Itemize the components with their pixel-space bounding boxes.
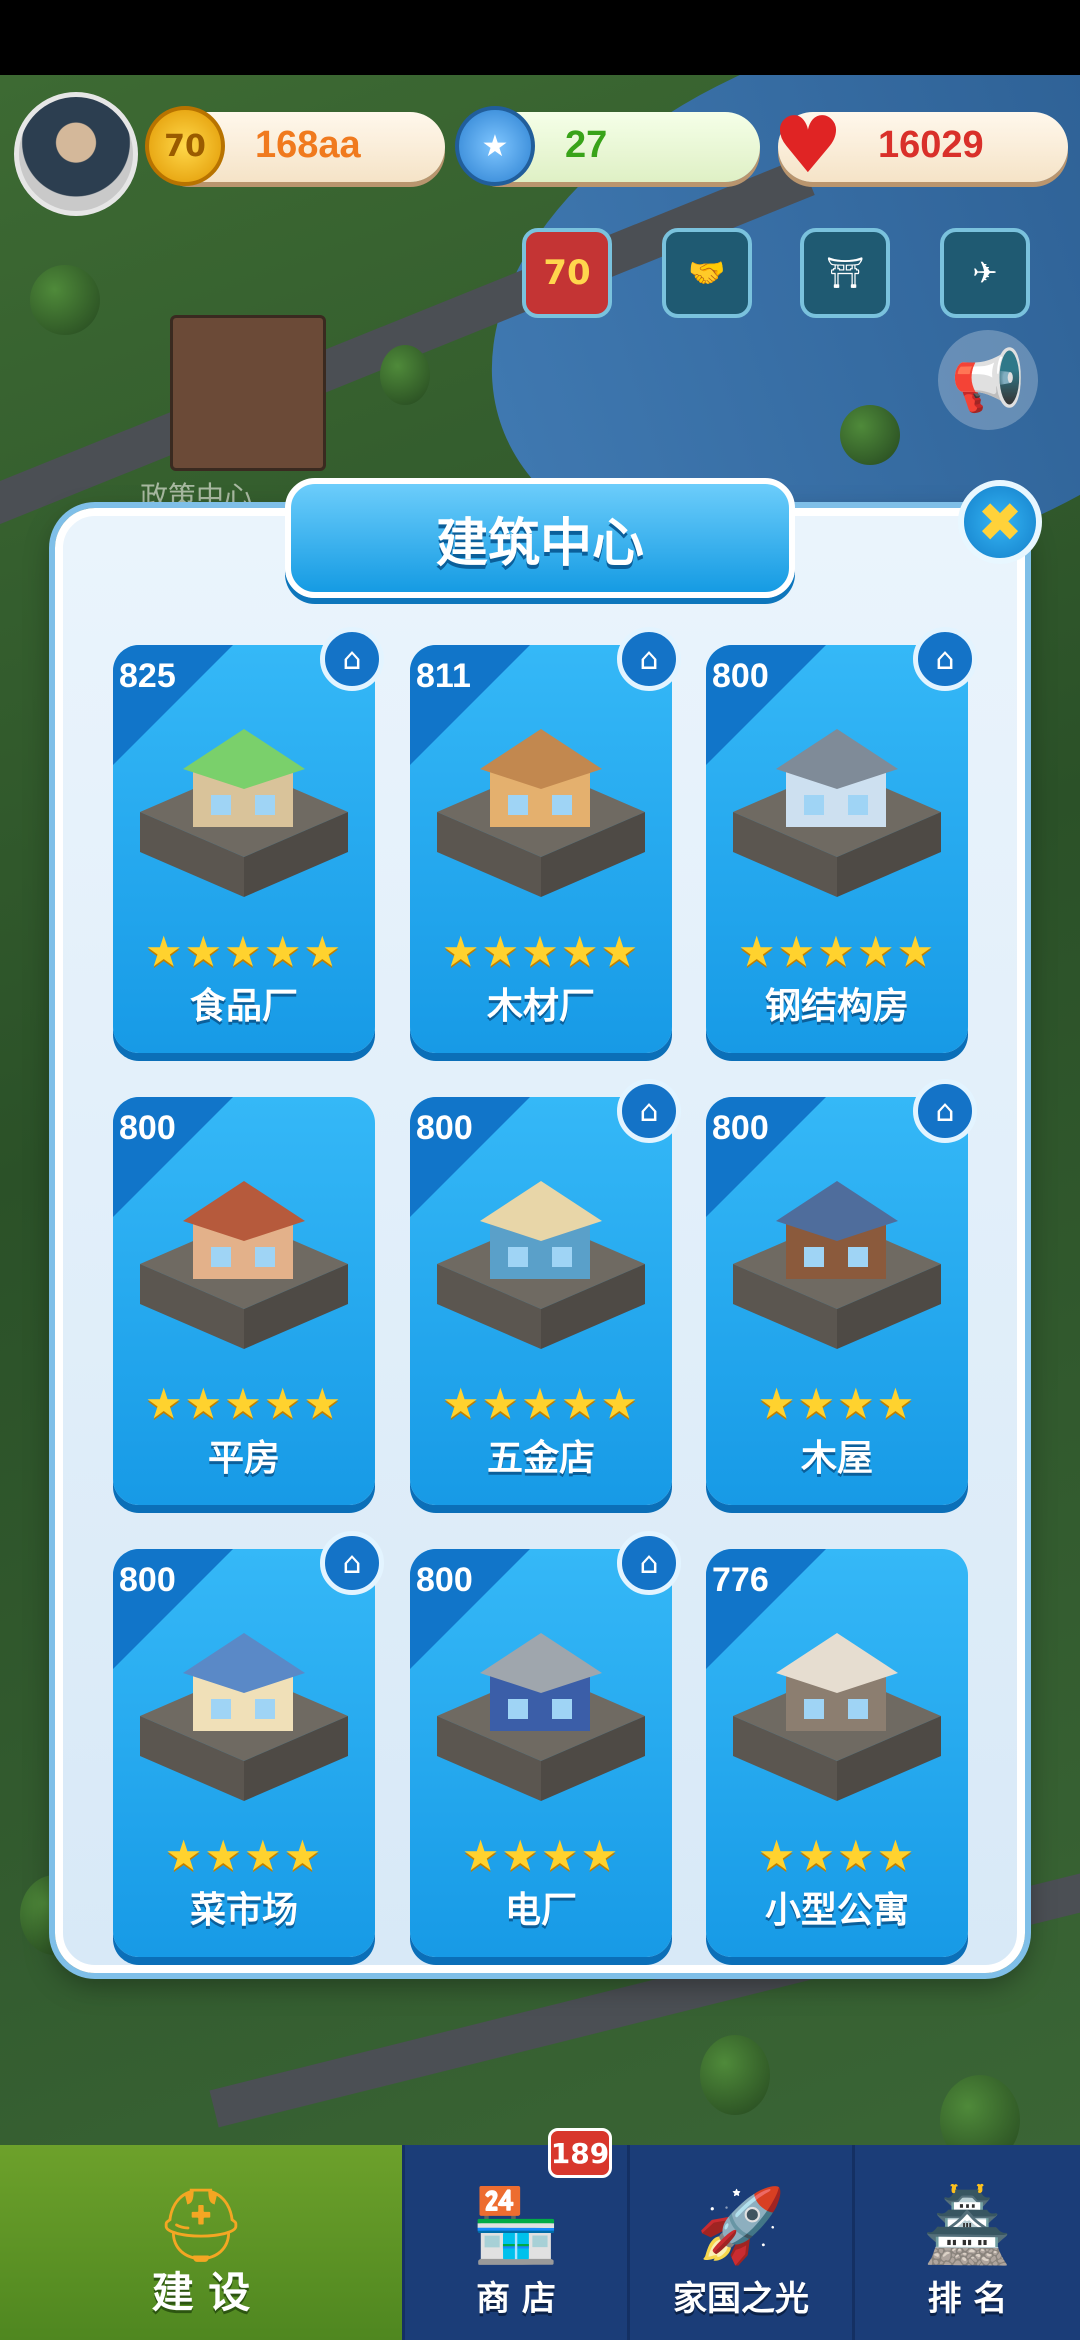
building-card[interactable]: 800 ★★★★★ 平房 — [113, 1097, 375, 1505]
building-card[interactable]: 811 ★★★★★ 木材厂 — [410, 645, 672, 1053]
handshake-icon: 🤝 — [688, 255, 726, 291]
building-name: 电厂 — [504, 1890, 577, 1931]
building-name: 菜市场 — [189, 1890, 298, 1931]
star-rating: ★★★★★ — [144, 927, 344, 976]
airplane-icon: ✈ — [972, 255, 998, 291]
home-icon[interactable]: ⌂ — [617, 1079, 681, 1143]
building-score: 776 — [712, 1561, 769, 1599]
star-rating: ★★★★★ — [144, 1379, 344, 1428]
building-card[interactable]: 800 ★★★★ 电厂 — [410, 1549, 672, 1957]
megaphone-icon[interactable]: 📢 — [938, 330, 1038, 430]
shop-badge: 189 — [548, 2128, 612, 2178]
building-score: 800 — [416, 1561, 473, 1599]
building-card[interactable]: 800 ★★★★ 木屋 — [706, 1097, 968, 1505]
handshake-event-button[interactable]: 🤝 — [662, 228, 752, 318]
building-card[interactable]: 800 ★★★★ 菜市场 — [113, 1549, 375, 1957]
player-avatar[interactable] — [14, 92, 138, 216]
building-score: 800 — [416, 1109, 473, 1147]
building-score: 800 — [119, 1109, 176, 1147]
star-counter[interactable]: ★ 27 — [455, 106, 760, 186]
building-score: 800 — [712, 1109, 769, 1147]
scene-building[interactable] — [170, 315, 326, 471]
star-icon: ★ — [455, 106, 535, 186]
lumber-mill-icon — [437, 729, 645, 897]
building-card[interactable]: 776 ★★★★ 小型公寓 — [706, 1549, 968, 1957]
anniversary-badge-text: 70 — [543, 253, 591, 293]
coin-counter[interactable]: 70 168aa — [145, 106, 445, 186]
nav-rank[interactable]: 🏯 排 名 — [855, 2145, 1080, 2340]
steel-house-icon — [733, 729, 941, 897]
heart-value: 16029 — [878, 124, 984, 166]
home-icon[interactable]: ⌂ — [617, 1531, 681, 1595]
status-bar — [0, 0, 1080, 75]
building-score: 811 — [416, 657, 471, 695]
building-card[interactable]: 800 ★★★★★ 五金店 — [410, 1097, 672, 1505]
airplane-event-button[interactable]: ✈ — [940, 228, 1030, 318]
power-plant-icon — [437, 1633, 645, 1801]
star-value: 27 — [565, 124, 608, 166]
food-factory-icon — [140, 729, 348, 897]
building-name: 小型公寓 — [764, 1890, 909, 1931]
nav-rank-label: 排 名 — [927, 2279, 1008, 2319]
bungalow-icon — [140, 1181, 348, 1349]
home-icon[interactable]: ⌂ — [617, 627, 681, 691]
building-card[interactable]: 825 ★★★★★ 食品厂 — [113, 645, 375, 1053]
nav-homeland-label: 家国之光 — [673, 2279, 809, 2319]
anniversary-event-button[interactable]: 70 — [522, 228, 612, 318]
bottom-navigation: ⛑ 建 设 🏪 商 店 🚀 家国之光 🏯 排 名 — [0, 2145, 1080, 2340]
building-name: 五金店 — [486, 1438, 595, 1479]
trophy-tower-icon: 🏯 — [922, 2182, 1013, 2267]
shop-icon: 🏪 — [471, 2182, 561, 2267]
star-rating: ★★★★★ — [737, 927, 937, 976]
building-name: 食品厂 — [189, 986, 298, 1027]
nav-shop-label: 商 店 — [476, 2279, 556, 2319]
vegetable-market-icon — [140, 1633, 348, 1801]
dialog-title: 建筑中心 — [285, 478, 795, 598]
nav-homeland[interactable]: 🚀 家国之光 — [630, 2145, 855, 2340]
star-rating: ★★★★★ — [441, 1379, 641, 1428]
rocket-icon: 🚀 — [696, 2182, 786, 2267]
building-name: 钢结构房 — [764, 986, 909, 1027]
wooden-house-icon — [733, 1181, 941, 1349]
star-rating: ★★★★ — [757, 1831, 917, 1880]
star-rating: ★★★★★ — [441, 927, 641, 976]
coin-icon: 70 — [145, 106, 225, 186]
home-icon[interactable]: ⌂ — [320, 627, 384, 691]
home-icon[interactable]: ⌂ — [320, 1531, 384, 1595]
nav-build-label: 建 设 — [151, 2268, 251, 2317]
star-rating: ★★★★ — [461, 1831, 621, 1880]
building-name: 平房 — [207, 1438, 280, 1479]
close-button[interactable]: ✖ — [958, 480, 1042, 564]
home-icon[interactable]: ⌂ — [913, 627, 977, 691]
home-icon[interactable]: ⌂ — [913, 1079, 977, 1143]
heart-icon: ♥ — [773, 101, 843, 191]
star-rating: ★★★★ — [164, 1831, 324, 1880]
bridge-icon: ⛩ — [825, 255, 865, 291]
bridge-event-button[interactable]: ⛩ — [800, 228, 890, 318]
heart-counter[interactable]: ♥ 16029 — [773, 101, 1068, 191]
hardware-store-icon — [437, 1181, 645, 1349]
coin-value: 168aa — [255, 124, 361, 166]
building-card[interactable]: 800 ★★★★★ 钢结构房 — [706, 645, 968, 1053]
building-score: 800 — [119, 1561, 176, 1599]
building-name: 木材厂 — [486, 986, 595, 1027]
building-score: 800 — [712, 657, 769, 695]
building-score: 825 — [119, 657, 176, 695]
nav-build[interactable]: ⛑ 建 设 — [0, 2145, 405, 2340]
small-apartment-icon — [733, 1633, 941, 1801]
close-icon: ✖ — [977, 490, 1023, 554]
star-rating: ★★★★ — [757, 1379, 917, 1428]
building-name: 木屋 — [800, 1438, 873, 1479]
